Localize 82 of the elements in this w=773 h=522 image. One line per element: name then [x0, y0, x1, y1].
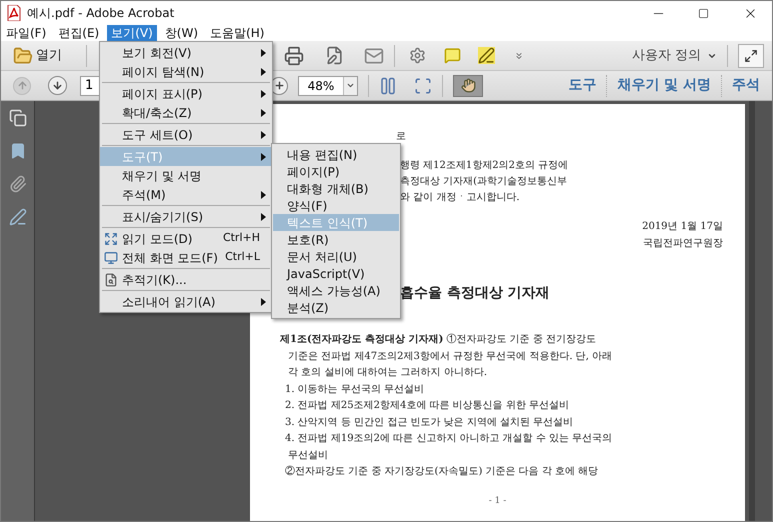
folder-icon [13, 46, 33, 66]
settings-icon[interactable] [409, 47, 426, 64]
menu-item[interactable]: 양식(F) [273, 197, 399, 214]
fullscreen-button[interactable] [738, 44, 764, 68]
monitor-icon [104, 250, 118, 264]
up-arrow-icon [16, 80, 28, 91]
menu-item[interactable]: 주석(M) [100, 185, 272, 204]
menu-item[interactable]: 전체 화면 모드(F) Ctrl+L [100, 248, 272, 267]
open-button[interactable]: 열기 [13, 46, 62, 66]
menu-bar-item[interactable]: 보기(V) [107, 25, 157, 41]
menu-item[interactable]: 보호(R) [273, 231, 399, 248]
submenu-arrow-icon [261, 152, 266, 160]
paperclip-icon[interactable] [8, 175, 26, 193]
document-text: 무선설비 [287, 448, 329, 462]
submenu-arrow-icon [261, 298, 266, 306]
document-text: 제1조(전자파강도 측정대상 기자재) ①전자파강도 기준 중 전기장강도 [280, 332, 598, 347]
menu-bar-item[interactable]: 창(W) [160, 25, 202, 41]
down-arrow-icon [52, 80, 63, 91]
submenu-arrow-icon [261, 130, 266, 138]
document-text: 3. 산악지역 등 민간인 접근 빈도가 낮은 지역에 설치된 무선설비 [284, 416, 574, 430]
next-page-button[interactable] [48, 76, 67, 95]
pane-tab[interactable]: 도구 [566, 75, 598, 96]
submenu-arrow-icon [261, 90, 266, 98]
page-number: - 1 - [488, 494, 506, 508]
menu-item[interactable]: 문서 처리(U) [273, 248, 399, 265]
window-title: 예시.pdf - Adobe Acrobat [27, 5, 174, 22]
mail-icon[interactable] [364, 46, 384, 66]
fit-width-icon[interactable] [414, 76, 432, 94]
document-date: 2019년 1월 17일 [642, 220, 723, 233]
menu-bar-item[interactable]: 도움말(H) [206, 25, 268, 41]
submenu-arrow-icon [261, 48, 266, 56]
pane-tab[interactable]: 채우기 및 서명 [615, 75, 713, 96]
menu-bar-item[interactable]: 편집(E) [54, 25, 104, 41]
tracker-icon [104, 272, 118, 286]
menu-item[interactable]: 추적기(K)... [100, 270, 272, 289]
menu-item[interactable]: 읽기 모드(D) Ctrl+H [100, 229, 272, 248]
menu-item[interactable]: 채우기 및 서명 [100, 166, 272, 185]
menu-item[interactable]: 액세스 가능성(A) [273, 282, 399, 299]
maximize-icon[interactable] [698, 8, 709, 18]
zoom-field[interactable]: 48% [298, 76, 358, 96]
more-tools-icon[interactable] [514, 50, 524, 60]
plus-icon [274, 80, 284, 91]
reading-mode-icon [104, 232, 118, 246]
menu-bar-item[interactable]: 파일(F) [2, 25, 50, 41]
document-text: 측정대상 기자재(과학기술정보통신부 [400, 175, 568, 188]
document-heading: 흡수율 측정대상 기자재 [400, 285, 550, 301]
document-text: 각 호의 설비에 대하여는 그러하지 아니하다. [287, 366, 488, 380]
pane-tab[interactable]: 주석 [730, 75, 762, 96]
expand-icon [744, 48, 758, 62]
hand-icon [460, 78, 476, 93]
menu-item[interactable]: 표시/숨기기(S) [100, 207, 272, 226]
submenu-arrow-icon [261, 190, 266, 198]
document-text: 로 [396, 130, 406, 144]
document-text: ②전자파강도 기준 중 자기장강도(자속밀도) 기준은 다음 각 호에 해당 [284, 464, 600, 479]
menu-item[interactable]: 도구 세트(O) [100, 125, 272, 144]
pages-icon[interactable] [8, 109, 26, 127]
print-icon[interactable] [284, 46, 304, 66]
menu-item[interactable]: 페이지(P) [273, 163, 399, 180]
document-text: 와 같이 개정ㆍ고시합니다. [400, 191, 521, 204]
hand-tool-button[interactable] [453, 74, 483, 96]
submenu-arrow-icon [261, 212, 266, 220]
submenu-arrow-icon [261, 108, 266, 116]
menu-item[interactable]: 보기 회전(V) [100, 43, 272, 62]
document-text: 1. 이동하는 무선국의 무선설비 [284, 382, 426, 396]
document-text: 2. 전파법 제25조제2항제4호에 따른 비상통신을 위한 무선설비 [284, 399, 570, 413]
menu-item[interactable]: 내용 편집(N) [273, 146, 399, 163]
document-text: 기준은 전파법 제47조의2제3항에서 규정한 무선국에 적용한다. 단, 아래 [287, 350, 614, 364]
customize-dropdown[interactable]: 사용자 정의 [632, 46, 717, 66]
edit-file-icon[interactable] [325, 46, 344, 65]
submenu-arrow-icon [261, 68, 266, 76]
menu-item[interactable]: JavaScript(V) [273, 265, 399, 282]
document-text: 행령 제12조제1항제2의2호의 규정에 [400, 159, 570, 172]
caret-icon [346, 81, 355, 90]
signature-icon[interactable] [8, 208, 26, 226]
document-text: 4. 전파법 제19조의2에 따른 신고하지 아니하고 개설할 수 있는 무선국의 [284, 432, 614, 446]
pdf-file-icon [7, 5, 21, 21]
menu-item[interactable]: 대화형 개체(B) [273, 180, 399, 197]
highlight-pen-icon[interactable] [478, 47, 495, 64]
menu-item[interactable]: 소리내어 읽기(A) [100, 292, 272, 311]
menu-item[interactable]: 확대/축소(Z) [100, 103, 272, 122]
menu-item[interactable]: 분석(Z) [273, 299, 399, 316]
document-signer: 국립전파연구원장 [643, 237, 723, 250]
